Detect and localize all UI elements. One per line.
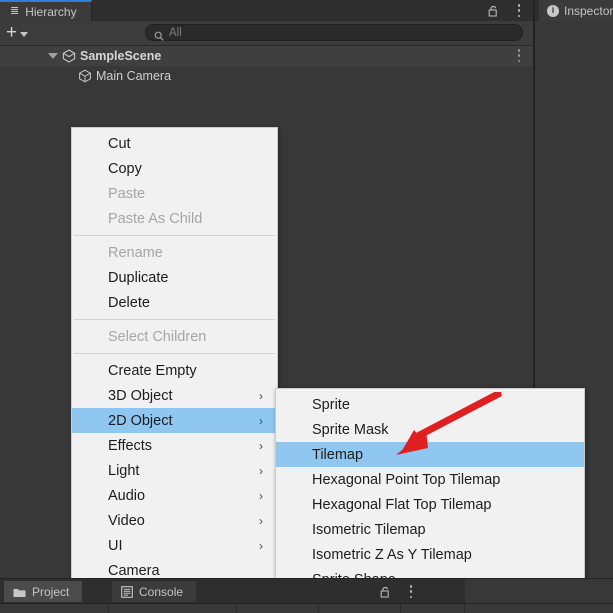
- chevron-right-icon: ›: [259, 513, 263, 528]
- submenu-item-sprite[interactable]: Sprite: [276, 392, 584, 417]
- submenu-item-label: Hexagonal Flat Top Tilemap: [312, 496, 492, 513]
- menu-item-effects[interactable]: Effects ›: [72, 433, 277, 458]
- menu-item-label: Cut: [108, 135, 131, 152]
- hierarchy-tree: SampleScene Main Camera: [0, 46, 533, 86]
- hierarchy-row-main-camera[interactable]: Main Camera: [0, 66, 533, 86]
- menu-item-label: Effects: [108, 437, 153, 454]
- submenu-item-isometric-z-as-y-tilemap[interactable]: Isometric Z As Y Tilemap: [276, 542, 584, 567]
- chevron-right-icon: ›: [259, 538, 263, 553]
- bottom-panel-right-fill: [465, 579, 613, 603]
- menu-separator: [74, 235, 275, 236]
- menu-item-label: Paste: [108, 185, 146, 202]
- submenu-item-sprite-mask[interactable]: Sprite Mask: [276, 417, 584, 442]
- search-placeholder: All: [169, 26, 182, 39]
- menu-item-label: Paste As Child: [108, 210, 203, 227]
- kebab-menu-icon[interactable]: [517, 4, 521, 17]
- submenu-item-tilemap[interactable]: Tilemap: [276, 442, 584, 467]
- submenu-item-hexagonal-flat-top-tilemap[interactable]: Hexagonal Flat Top Tilemap: [276, 492, 584, 517]
- menu-item-rename: Rename: [72, 240, 277, 265]
- tab-console-label: Console: [139, 584, 184, 599]
- menu-item-ui[interactable]: UI ›: [72, 533, 277, 558]
- tab-project[interactable]: Project: [4, 581, 83, 602]
- tab-hierarchy-label: Hierarchy: [25, 4, 77, 19]
- menu-item-label: Video: [108, 512, 145, 529]
- submenu-item-label: Sprite: [312, 396, 350, 413]
- menu-item-duplicate[interactable]: Duplicate: [72, 265, 277, 290]
- tab-project-label: Project: [32, 584, 70, 599]
- menu-item-label: 3D Object: [108, 387, 173, 404]
- chevron-right-icon: ›: [259, 413, 263, 428]
- bottom-lock-open-icon[interactable]: [380, 585, 391, 598]
- hierarchy-list-icon: ≣: [10, 5, 20, 17]
- console-icon: [121, 585, 133, 598]
- hierarchy-toolbar: + All: [0, 21, 533, 46]
- submenu-2d-object: Sprite Sprite Mask Tilemap Hexagonal Poi…: [275, 388, 585, 596]
- inspector-tabbar: i Inspector: [535, 0, 613, 21]
- menu-item-label: 2D Object: [108, 412, 173, 429]
- unity-editor-window: ≣ Hierarchy + All SampleScene Main Camer…: [0, 0, 613, 613]
- menu-item-copy[interactable]: Copy: [72, 156, 277, 181]
- bottom-kebab-menu-icon[interactable]: [409, 585, 413, 598]
- hierarchy-tabbar: ≣ Hierarchy: [0, 0, 533, 21]
- menu-item-cut[interactable]: Cut: [72, 131, 277, 156]
- menu-item-paste-as-child: Paste As Child: [72, 206, 277, 231]
- menu-item-label: Create Empty: [108, 362, 197, 379]
- menu-item-delete[interactable]: Delete: [72, 290, 277, 315]
- hierarchy-row-label: Main Camera: [96, 69, 172, 83]
- tab-console[interactable]: Console: [112, 581, 197, 602]
- submenu-item-label: Hexagonal Point Top Tilemap: [312, 471, 501, 488]
- menu-item-label: Audio: [108, 487, 146, 504]
- hierarchy-row-label: SampleScene: [80, 49, 162, 63]
- menu-item-audio[interactable]: Audio ›: [72, 483, 277, 508]
- menu-item-create-empty[interactable]: Create Empty: [72, 358, 277, 383]
- chevron-right-icon: ›: [259, 488, 263, 503]
- menu-item-3d-object[interactable]: 3D Object ›: [72, 383, 277, 408]
- menu-item-label: Duplicate: [108, 269, 169, 286]
- submenu-item-label: Isometric Z As Y Tilemap: [312, 546, 472, 563]
- submenu-item-label: Sprite Mask: [312, 421, 389, 438]
- scene-kebab-menu-icon[interactable]: [517, 49, 521, 62]
- bottom-column-strip: [0, 603, 613, 613]
- folder-icon: [13, 587, 26, 597]
- menu-separator: [74, 353, 275, 354]
- chevron-down-icon: [20, 32, 29, 37]
- chevron-right-icon: ›: [259, 463, 263, 478]
- chevron-right-icon: ›: [259, 438, 263, 453]
- tab-inspector-label: Inspector: [564, 3, 613, 18]
- search-input[interactable]: All: [145, 24, 523, 41]
- context-menu: Cut Copy Paste Paste As Child Rename Dup…: [71, 127, 278, 587]
- tab-inspector[interactable]: i Inspector: [539, 0, 613, 21]
- plus-icon: +: [6, 22, 18, 43]
- info-icon: i: [547, 4, 559, 17]
- chevron-right-icon: ›: [259, 388, 263, 403]
- bottom-panel: Project Console: [0, 578, 613, 613]
- menu-item-select-children: Select Children: [72, 324, 277, 349]
- menu-item-label: Select Children: [108, 328, 207, 345]
- tab-hierarchy[interactable]: ≣ Hierarchy: [0, 0, 92, 21]
- menu-item-light[interactable]: Light ›: [72, 458, 277, 483]
- search-icon: [154, 28, 164, 41]
- add-gameobject-button[interactable]: +: [6, 22, 29, 43]
- menu-item-video[interactable]: Video ›: [72, 508, 277, 533]
- hierarchy-row-samplescene[interactable]: SampleScene: [0, 46, 533, 66]
- menu-item-label: Delete: [108, 294, 150, 311]
- menu-item-2d-object[interactable]: 2D Object ›: [72, 408, 277, 433]
- submenu-item-isometric-tilemap[interactable]: Isometric Tilemap: [276, 517, 584, 542]
- scene-icon: [62, 49, 76, 66]
- lock-open-icon[interactable]: [488, 4, 499, 17]
- menu-item-label: UI: [108, 537, 123, 554]
- submenu-item-hexagonal-point-top-tilemap[interactable]: Hexagonal Point Top Tilemap: [276, 467, 584, 492]
- cube-icon: [78, 69, 92, 86]
- menu-item-label: Camera: [108, 562, 160, 579]
- disclosure-triangle-icon[interactable]: [48, 53, 58, 59]
- menu-item-label: Light: [108, 462, 140, 479]
- menu-item-label: Copy: [108, 160, 142, 177]
- submenu-item-label: Isometric Tilemap: [312, 521, 426, 538]
- submenu-item-label: Tilemap: [312, 446, 364, 463]
- menu-item-label: Rename: [108, 244, 163, 261]
- menu-item-paste: Paste: [72, 181, 277, 206]
- menu-separator: [74, 319, 275, 320]
